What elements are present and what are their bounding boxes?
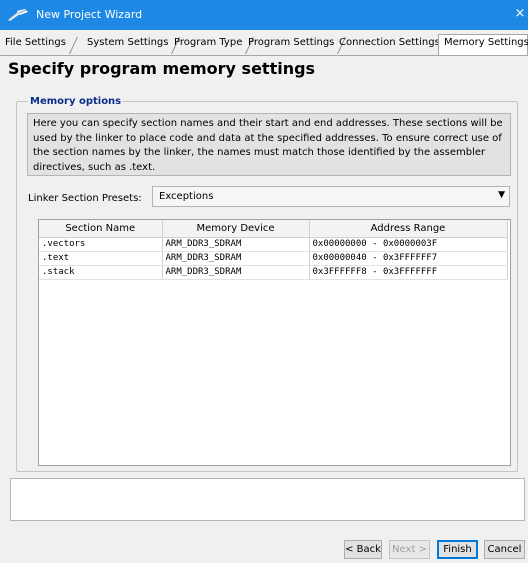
tab-program-settings[interactable]: Program Settings bbox=[243, 36, 347, 54]
column-header-address-range[interactable]: Address Range bbox=[309, 220, 508, 238]
page-title: Specify program memory settings bbox=[8, 59, 316, 78]
memory-options-description: Here you can specify section names and t… bbox=[27, 113, 511, 176]
table-row[interactable]: .stack ARM_DDR3_SDRAM 0x3FFFFFF8 - 0x3FF… bbox=[39, 265, 508, 280]
tab-label: File Settings bbox=[5, 37, 66, 48]
tab-label: Program Settings bbox=[248, 37, 335, 48]
memory-device-cell[interactable]: ARM_DDR3_SDRAM bbox=[162, 237, 310, 252]
memory-options-legend: Memory options bbox=[28, 96, 124, 107]
title-bar[interactable]: New Project Wizard × bbox=[0, 0, 528, 30]
close-icon[interactable]: × bbox=[514, 6, 526, 21]
chevron-down-icon[interactable]: ▼ bbox=[498, 190, 505, 200]
tab-label: Connection Settings bbox=[339, 37, 440, 48]
tab-file-settings[interactable]: File Settings bbox=[0, 36, 78, 54]
column-header-section-name[interactable]: Section Name bbox=[39, 220, 163, 238]
tab-program-type[interactable]: Program Type bbox=[169, 36, 255, 54]
section-name-cell[interactable]: .text bbox=[39, 251, 163, 266]
next-button[interactable]: Next > bbox=[389, 540, 430, 559]
tab-label: Memory Settings bbox=[444, 37, 528, 48]
address-range-cell[interactable]: 0x00000040 - 0x3FFFFFF7 bbox=[309, 251, 508, 266]
table-row[interactable]: .vectors ARM_DDR3_SDRAM 0x00000000 - 0x0… bbox=[39, 237, 508, 252]
linker-presets-value: Exceptions bbox=[159, 191, 214, 202]
memory-device-cell[interactable]: ARM_DDR3_SDRAM bbox=[162, 251, 310, 266]
tab-memory-settings[interactable]: Memory Settings bbox=[438, 34, 528, 55]
new-project-wizard-window: New Project Wizard × File Settings Syste… bbox=[0, 0, 528, 563]
section-name-cell[interactable]: .vectors bbox=[39, 237, 163, 252]
table-row[interactable]: .text ARM_DDR3_SDRAM 0x00000040 - 0x3FFF… bbox=[39, 251, 508, 266]
tab-connection-settings[interactable]: Connection Settings bbox=[334, 36, 452, 54]
tab-system-settings[interactable]: System Settings bbox=[82, 36, 181, 54]
address-range-cell[interactable]: 0x3FFFFFF8 - 0x3FFFFFFF bbox=[309, 265, 508, 280]
sections-table[interactable]: Section Name Memory Device Address Range… bbox=[38, 219, 511, 466]
address-range-cell[interactable]: 0x00000000 - 0x0000003F bbox=[309, 237, 508, 252]
memory-device-cell[interactable]: ARM_DDR3_SDRAM bbox=[162, 265, 310, 280]
linker-presets-label: Linker Section Presets: bbox=[28, 193, 142, 204]
linker-presets-dropdown[interactable]: Exceptions ▼ bbox=[152, 186, 510, 207]
eclipse-wand-icon bbox=[8, 9, 28, 21]
column-header-memory-device[interactable]: Memory Device bbox=[162, 220, 310, 238]
tab-label: Program Type bbox=[174, 37, 243, 48]
finish-button[interactable]: Finish bbox=[437, 540, 478, 559]
tab-strip: File Settings System Settings Program Ty… bbox=[0, 30, 528, 56]
cancel-button[interactable]: Cancel bbox=[484, 540, 525, 559]
section-name-cell[interactable]: .stack bbox=[39, 265, 163, 280]
message-pane bbox=[10, 478, 525, 521]
back-button[interactable]: < Back bbox=[344, 540, 382, 559]
window-title: New Project Wizard bbox=[36, 8, 143, 21]
tab-label: System Settings bbox=[87, 37, 169, 48]
